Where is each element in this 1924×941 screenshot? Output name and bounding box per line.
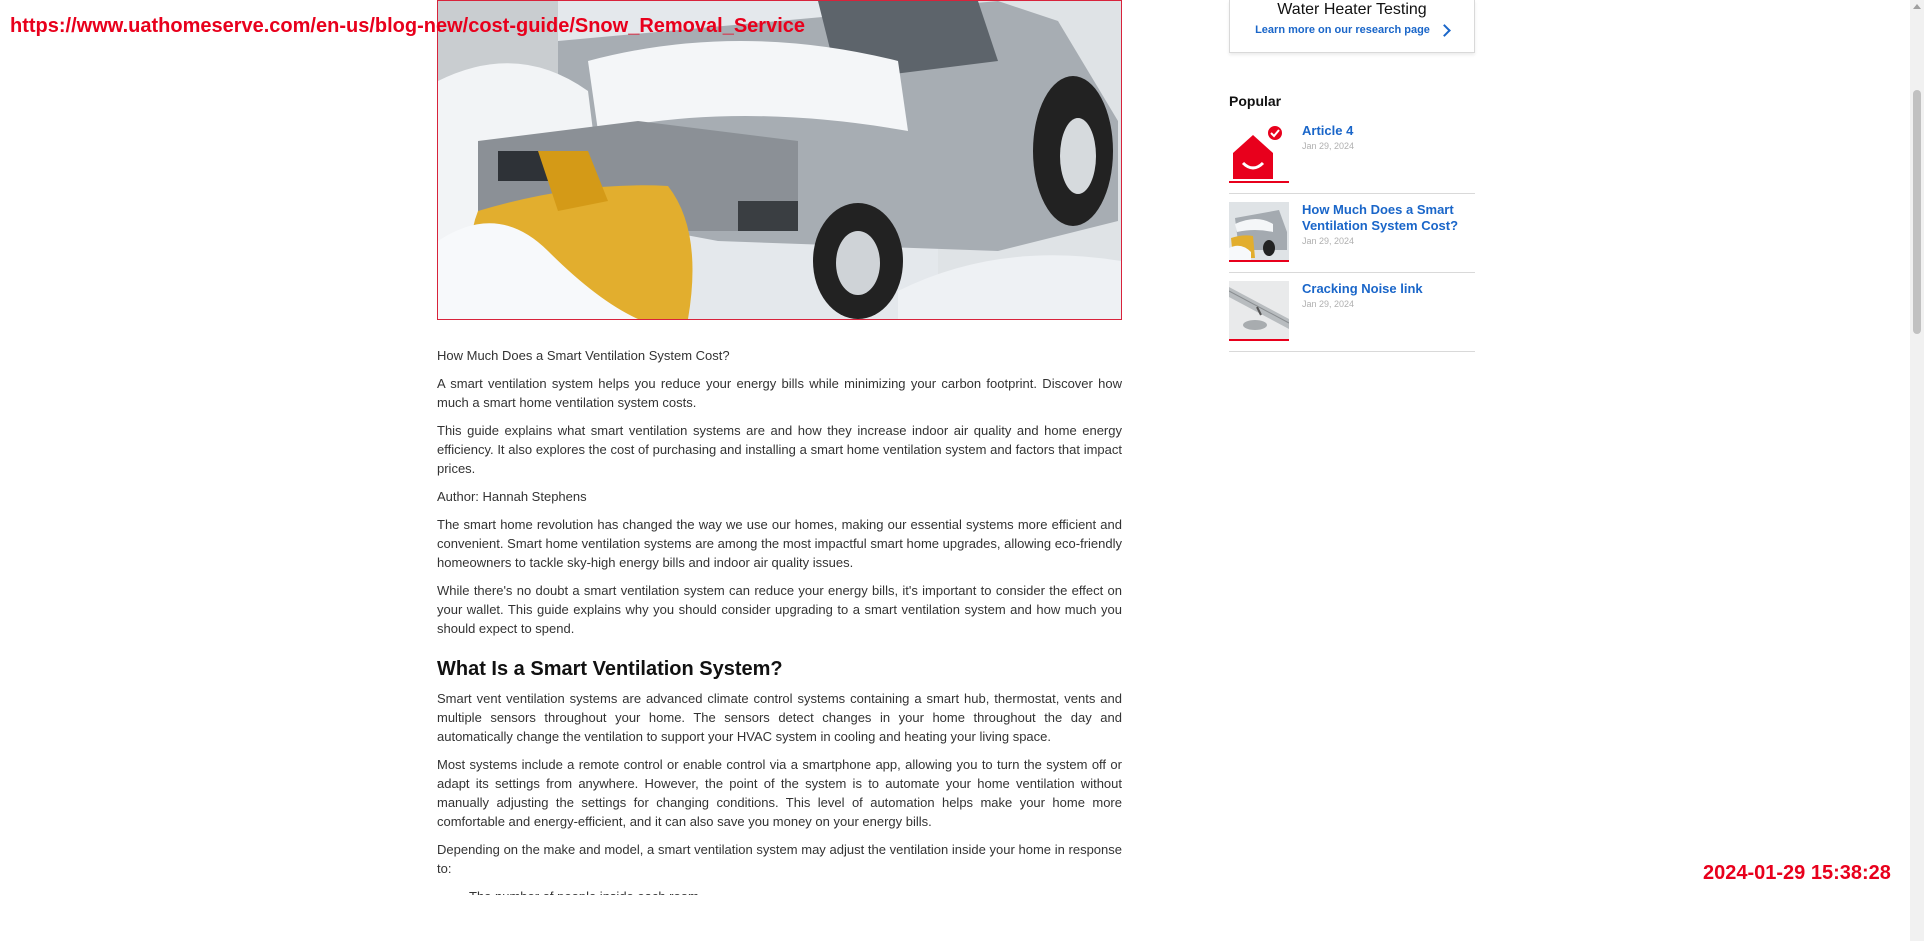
snowplow-thumbnail: [1229, 202, 1289, 262]
intro-paragraph-4: While there's no doubt a smart ventilati…: [437, 583, 1122, 636]
popular-item-title[interactable]: Article 4: [1302, 123, 1354, 139]
section-paragraph-3: Depending on the make and model, a smart…: [437, 842, 1122, 876]
scrollbar-thumb[interactable]: [1913, 90, 1921, 334]
url-overlay: https://www.uathomeserve.com/en-us/blog-…: [10, 15, 805, 37]
list-item: The number of people inside each room: [469, 887, 1122, 895]
intro-paragraph-1: A smart ventilation system helps you red…: [437, 376, 1122, 410]
timestamp-overlay: 2024-01-29 15:38:28: [1703, 862, 1891, 884]
vertical-scrollbar[interactable]: [1910, 0, 1924, 941]
chevron-right-icon: [1438, 23, 1451, 37]
author-line: Author: Hannah Stephens: [437, 489, 587, 504]
popular-item-title[interactable]: How Much Does a Smart Ventilation System…: [1302, 202, 1475, 234]
popular-item-article-4[interactable]: Article 4 Jan 29, 2024: [1229, 123, 1475, 194]
scroll-up-arrow-icon[interactable]: [1913, 4, 1921, 9]
popular-item-cracking-noise[interactable]: Cracking Noise link Jan 29, 2024: [1229, 281, 1475, 352]
image-caption: How Much Does a Smart Ventilation System…: [437, 348, 730, 363]
research-page-link[interactable]: Learn more on our research page: [1255, 23, 1451, 37]
popular-item-smart-ventilation[interactable]: How Much Does a Smart Ventilation System…: [1229, 202, 1475, 273]
popular-item-date: Jan 29, 2024: [1302, 141, 1355, 151]
popular-item-title[interactable]: Cracking Noise link: [1302, 281, 1423, 297]
pipe-thumbnail: [1229, 281, 1289, 341]
sidebar: Water Heater Testing Learn more on our r…: [1229, 0, 1475, 360]
research-link-label: Learn more on our research page: [1255, 24, 1430, 36]
promo-title: Water Heater Testing: [1277, 1, 1427, 18]
popular-item-date: Jan 29, 2024: [1302, 299, 1355, 309]
section-paragraph-2: Most systems include a remote control or…: [437, 757, 1122, 829]
intro-paragraph-2: This guide explains what smart ventilati…: [437, 423, 1122, 476]
popular-item-date: Jan 29, 2024: [1302, 236, 1355, 246]
response-list: The number of people inside each room: [437, 887, 1122, 895]
promo-card: Water Heater Testing Learn more on our r…: [1229, 0, 1475, 53]
section-heading: What Is a Smart Ventilation System?: [437, 658, 783, 680]
house-logo-icon: [1229, 123, 1289, 183]
intro-paragraph-3: The smart home revolution has changed th…: [437, 517, 1122, 570]
popular-heading: Popular: [1229, 93, 1282, 109]
section-paragraph-1: Smart vent ventilation systems are advan…: [437, 691, 1122, 744]
hero-image: [437, 0, 1122, 320]
article: How Much Does a Smart Ventilation System…: [437, 0, 1122, 895]
